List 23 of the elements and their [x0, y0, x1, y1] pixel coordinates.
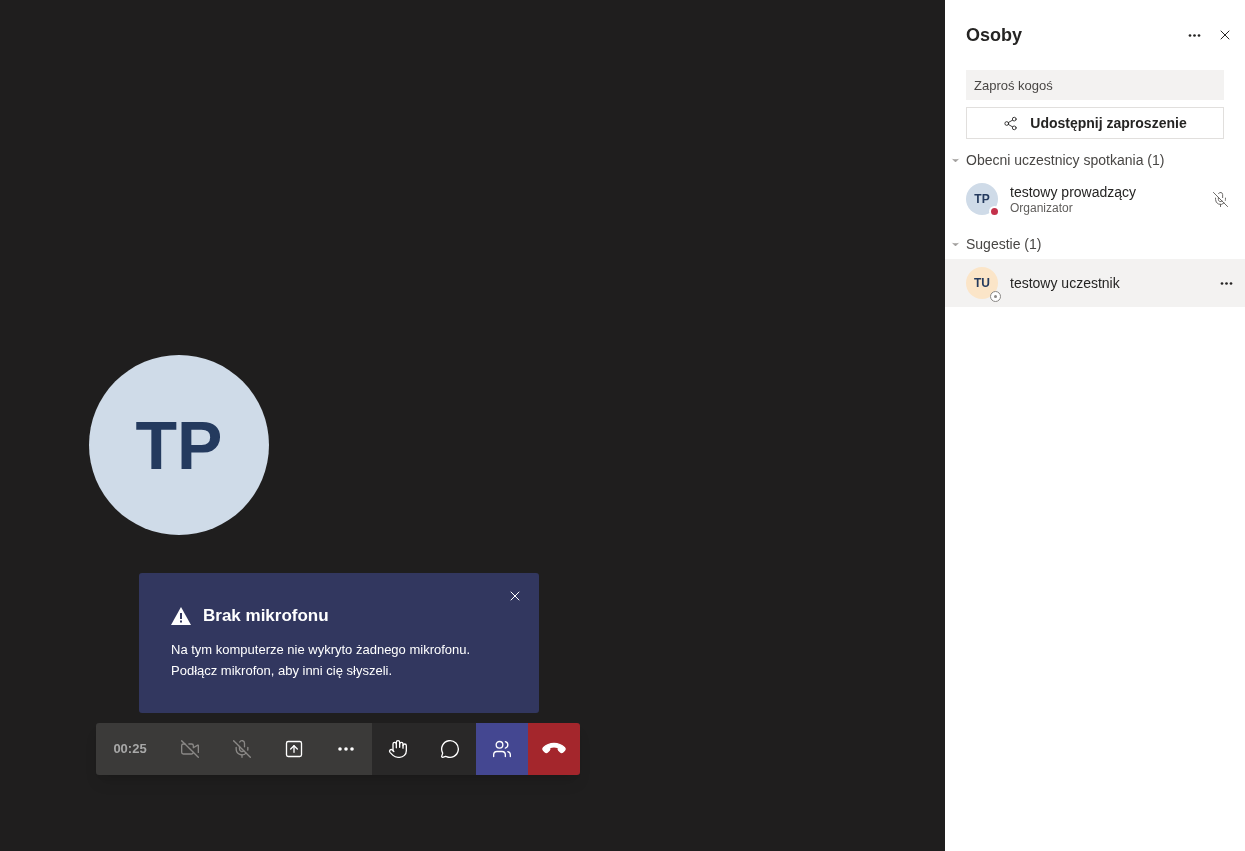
share-icon [1003, 115, 1019, 131]
section-header[interactable]: Obecni uczestnicy spotkania (1) [945, 149, 1245, 171]
toast-title: Brak mikrofonu [203, 605, 329, 627]
participant-name: testowy prowadzący [1010, 182, 1138, 201]
chat-button[interactable] [424, 723, 476, 775]
call-timer: 00:25 [96, 723, 164, 775]
people-button[interactable] [476, 723, 528, 775]
section-header[interactable]: Sugestie (1) [945, 233, 1245, 255]
warning-icon [171, 606, 191, 625]
more-icon[interactable] [1220, 281, 1233, 285]
participant-name: testowy uczestnik [1010, 274, 1121, 292]
more-icon[interactable] [1188, 33, 1201, 37]
participant-row[interactable]: TU testowy uczestnik [945, 259, 1245, 307]
participant-avatar: TU [966, 267, 998, 299]
share-invite-button[interactable]: Udostępnij zaproszenie [966, 107, 1224, 139]
panel-title: Osoby [966, 23, 1023, 47]
invite-field[interactable]: Zaproś kogoś [966, 70, 1224, 100]
participant-avatar: TP [966, 183, 998, 215]
participant-avatar: TP [89, 355, 269, 535]
hang-up-button[interactable] [528, 723, 580, 775]
toast-message: Na tym komputerze nie wykryto żadnego mikrofonu. Podłącz mikrofon, aby inni cię słyszeli. [171, 640, 472, 680]
participant-role: Organizator [1010, 200, 1074, 216]
raise-hand-button[interactable] [372, 723, 424, 775]
